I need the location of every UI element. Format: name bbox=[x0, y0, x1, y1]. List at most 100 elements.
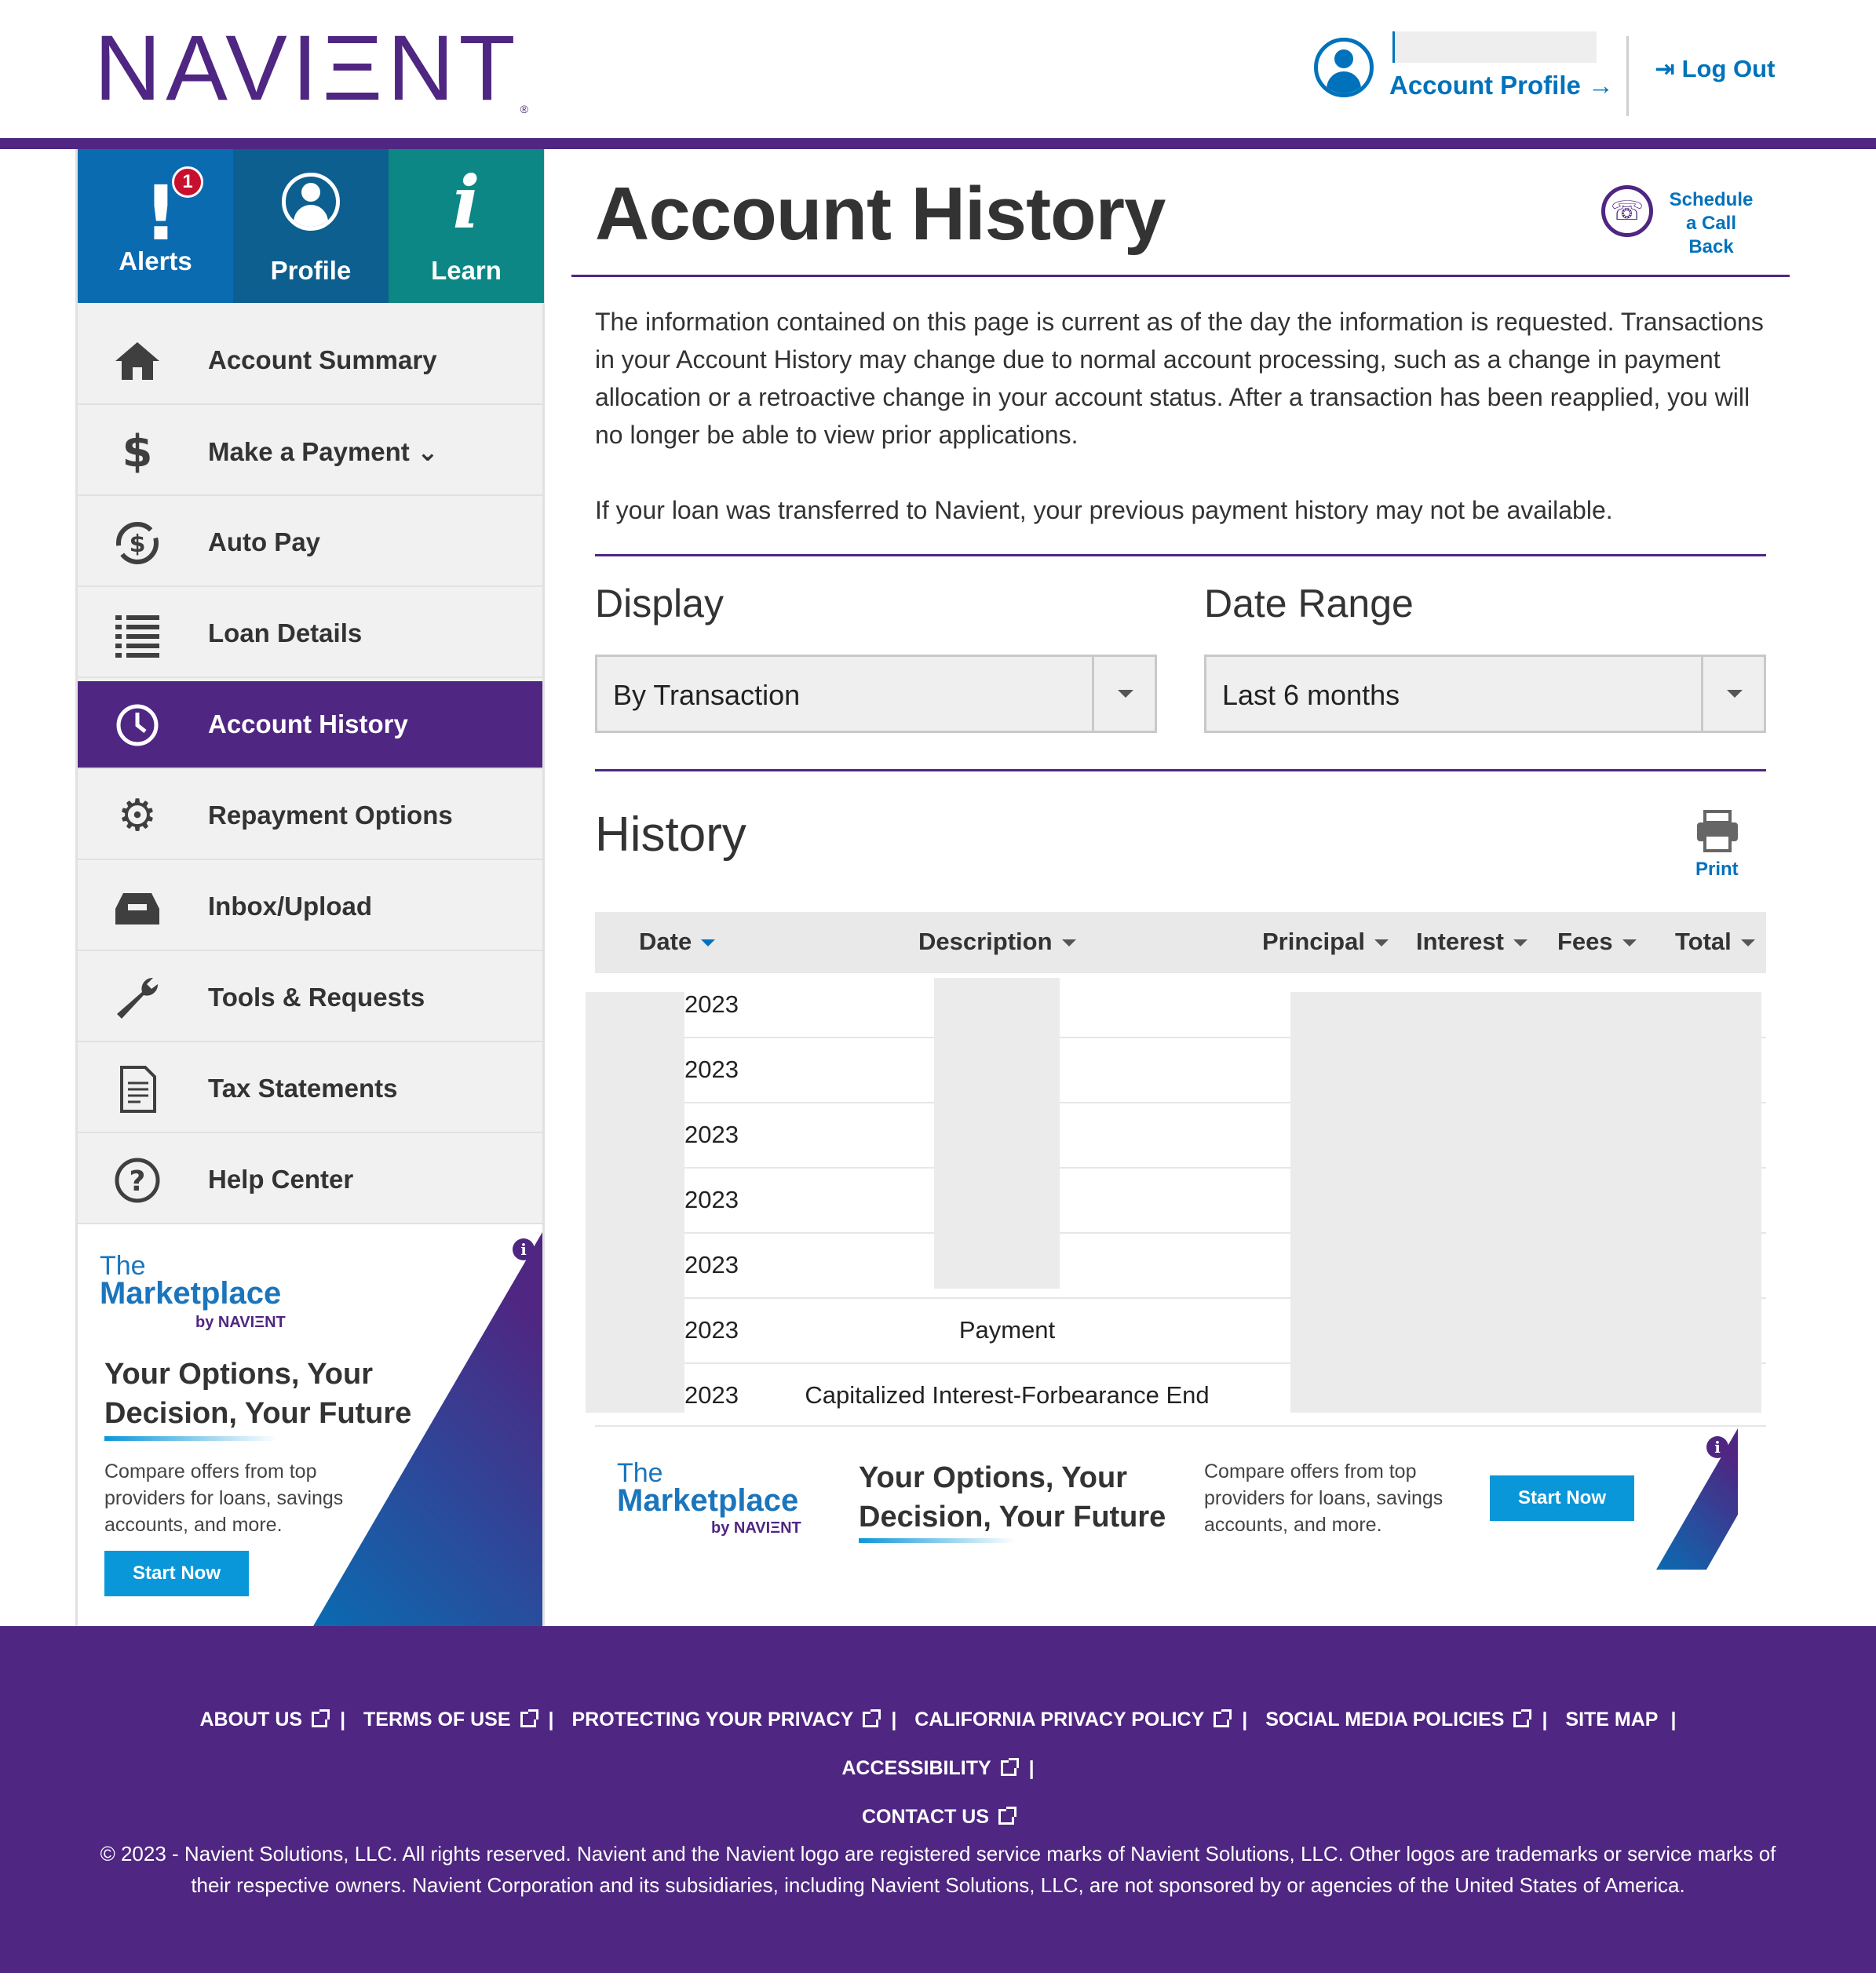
tile-profile-label: Profile bbox=[270, 256, 352, 285]
external-link-icon bbox=[1214, 1709, 1232, 1727]
row-date: 2023 bbox=[684, 990, 739, 1018]
filter-divider bbox=[595, 769, 1766, 771]
footer-links: ABOUT US | TERMS OF USE | PROTECTING YOUR … bbox=[102, 1695, 1774, 1841]
sidebar-item-loan-details[interactable]: Loan Details bbox=[78, 590, 542, 678]
marketplace-banner-ad[interactable]: The Marketplace by NAVIΞNT Your Options,… bbox=[595, 1425, 1766, 1579]
marketplace-sidebar-ad[interactable]: i The Marketplace by NAVIΞNT Your Option… bbox=[78, 1224, 542, 1626]
chevron-down-icon bbox=[1727, 690, 1743, 698]
navient-logo[interactable]: NAVIΞNT® bbox=[94, 22, 528, 115]
clock-history-icon bbox=[112, 700, 162, 750]
sort-icon bbox=[1374, 939, 1389, 947]
redacted-description-block bbox=[934, 978, 1060, 1289]
user-avatar-icon[interactable] bbox=[1314, 38, 1374, 97]
start-now-button[interactable]: Start Now bbox=[1490, 1475, 1634, 1521]
print-link[interactable]: Print bbox=[1695, 859, 1739, 881]
footer-link-protecting-your-privacy[interactable]: PROTECTING YOUR PRIVACY bbox=[571, 1695, 881, 1744]
redacted-amounts-block bbox=[1290, 992, 1761, 1413]
external-link-icon bbox=[1000, 1758, 1019, 1776]
display-select-toggle[interactable] bbox=[1092, 657, 1155, 731]
history-table-header: Date Description Principal Interest Fees… bbox=[595, 912, 1766, 973]
sidebar-item-account-summary[interactable]: Account Summary bbox=[78, 317, 542, 405]
inbox-icon bbox=[112, 882, 162, 932]
title-divider bbox=[571, 275, 1790, 277]
sidebar-item-account-history[interactable]: Account History bbox=[78, 681, 542, 769]
ad-info-icon[interactable]: i bbox=[1706, 1436, 1728, 1458]
display-label: Display bbox=[595, 582, 724, 625]
column-fees-header[interactable]: Fees bbox=[1557, 928, 1637, 956]
footer-link-site-map[interactable]: SITE MAP bbox=[1565, 1695, 1658, 1744]
list-icon bbox=[112, 609, 162, 659]
ad-info-icon[interactable]: i bbox=[513, 1238, 535, 1260]
column-description-header[interactable]: Description bbox=[918, 928, 1076, 956]
info-icon: i bbox=[452, 160, 480, 245]
sidebar-item-make-a-payment[interactable]: $ Make a Payment ⌄ bbox=[78, 408, 542, 496]
column-interest-header[interactable]: Interest bbox=[1416, 928, 1527, 956]
column-principal-header[interactable]: Principal bbox=[1262, 928, 1389, 956]
history-heading: History bbox=[595, 808, 746, 862]
quick-tiles: ! 1 Alerts Profile i Learn bbox=[78, 149, 547, 303]
footer-link-terms-of-use[interactable]: TERMS OF USE bbox=[363, 1695, 538, 1744]
display-select-value: By Transaction bbox=[613, 679, 801, 711]
site-footer: ABOUT US | TERMS OF USE | PROTECTING YOUR … bbox=[0, 1626, 1876, 1973]
footer-link-california-privacy-policy[interactable]: CALIFORNIA PRIVACY POLICY bbox=[914, 1695, 1232, 1744]
sidebar-item-auto-pay[interactable]: $ Auto Pay bbox=[78, 499, 542, 587]
external-link-icon bbox=[863, 1709, 881, 1727]
date-range-select-toggle[interactable] bbox=[1701, 657, 1764, 731]
marketplace-logo-by: by NAVIΞNT bbox=[195, 1314, 286, 1331]
display-select[interactable]: By Transaction bbox=[595, 655, 1157, 733]
sidebar-item-tax-statements[interactable]: Tax Statements bbox=[78, 1045, 542, 1133]
ad-description: Compare offers from top providers for lo… bbox=[1204, 1461, 1443, 1536]
sidebar-item-inbox-upload[interactable]: Inbox/Upload bbox=[78, 863, 542, 951]
sidebar-item-repayment-options[interactable]: ⚙ Repayment Options bbox=[78, 772, 542, 860]
start-now-button[interactable]: Start Now bbox=[104, 1551, 249, 1596]
marketplace-logo-name: Marketplace bbox=[100, 1276, 282, 1311]
account-profile-link[interactable]: Account Profile → bbox=[1389, 71, 1614, 100]
header-divider bbox=[1626, 36, 1629, 116]
tile-profile[interactable]: Profile bbox=[233, 149, 389, 303]
user-name-redacted bbox=[1392, 31, 1597, 63]
external-link-icon bbox=[520, 1709, 538, 1727]
schedule-callback-link[interactable]: Schedule a Call Back bbox=[1662, 188, 1760, 259]
tile-learn-label: Learn bbox=[431, 256, 502, 285]
external-link-icon bbox=[312, 1709, 330, 1727]
tile-learn[interactable]: i Learn bbox=[389, 149, 544, 303]
redacted-date-block bbox=[586, 992, 684, 1413]
chevron-down-icon bbox=[1118, 690, 1133, 698]
date-range-select[interactable]: Last 6 months bbox=[1204, 655, 1766, 733]
svg-text:$: $ bbox=[130, 531, 146, 558]
external-link-icon bbox=[1513, 1709, 1532, 1727]
phone-callback-icon[interactable]: ☏ bbox=[1601, 185, 1653, 237]
intro-text: The information contained on this page i… bbox=[595, 303, 1772, 529]
marketplace-logo-name: Marketplace bbox=[617, 1483, 799, 1518]
wrench-icon bbox=[112, 973, 162, 1023]
sidebar-item-help-center[interactable]: ? Help Center bbox=[78, 1136, 542, 1224]
tile-alerts-label: Alerts bbox=[119, 246, 192, 275]
footer-link-about-us[interactable]: ABOUT US bbox=[200, 1695, 330, 1744]
document-icon bbox=[112, 1064, 162, 1114]
ad-title-underline bbox=[859, 1538, 1016, 1543]
logout-link[interactable]: ⇥ Log Out bbox=[1655, 55, 1775, 83]
dollar-icon: $ bbox=[122, 426, 153, 477]
footer-link-social-media-policies[interactable]: SOCIAL MEDIA POLICIES bbox=[1265, 1695, 1532, 1744]
printer-icon[interactable] bbox=[1695, 810, 1739, 852]
row-date: 2023 bbox=[684, 1251, 739, 1278]
footer-link-contact-us[interactable]: CONTACT US bbox=[862, 1792, 1017, 1841]
intro-paragraph-1: The information contained on this page i… bbox=[595, 308, 1764, 449]
tile-alerts[interactable]: ! 1 Alerts bbox=[78, 149, 233, 303]
marketplace-logo-by: by NAVIΞNT bbox=[711, 1519, 801, 1537]
footer-link-accessibility[interactable]: ACCESSIBILITY bbox=[841, 1744, 1019, 1792]
column-total-header[interactable]: Total bbox=[1675, 928, 1755, 956]
sort-desc-icon bbox=[701, 939, 716, 947]
header-accent-bar bbox=[0, 138, 1876, 149]
column-date-header[interactable]: Date bbox=[639, 928, 716, 956]
ad-description: Compare offers from top providers for lo… bbox=[104, 1461, 344, 1536]
sidebar: ! 1 Alerts Profile i Learn Account Summa… bbox=[75, 149, 545, 1626]
intro-paragraph-2: If your loan was transferred to Navient,… bbox=[595, 496, 1613, 524]
gear-icon: ⚙ bbox=[117, 790, 158, 841]
page-title: Account History bbox=[595, 172, 1166, 256]
row-date: 2023 bbox=[684, 1056, 739, 1083]
intro-divider bbox=[595, 554, 1766, 556]
sidebar-nav: Account Summary $ Make a Payment ⌄ $ Aut… bbox=[78, 317, 542, 1227]
sidebar-item-tools-requests[interactable]: Tools & Requests bbox=[78, 954, 542, 1042]
footer-legal-text: © 2023 - Navient Solutions, LLC. All rig… bbox=[100, 1842, 1776, 1897]
